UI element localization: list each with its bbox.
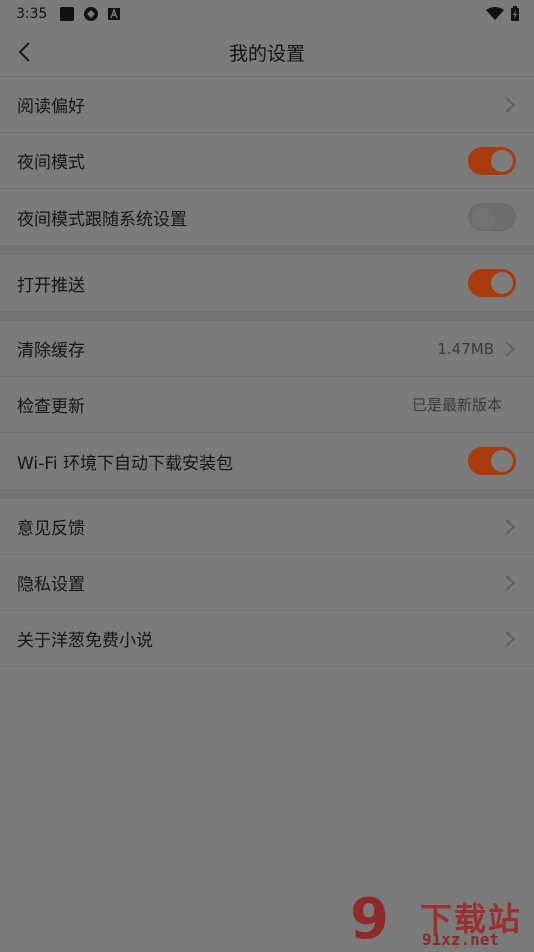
toggle-switch[interactable] bbox=[468, 447, 516, 475]
settings-group: 清除缓存 1.47MB 检查更新 已是最新版本 Wi-Fi 环境下自动下载安装包 bbox=[0, 321, 534, 489]
settings-row[interactable]: 阅读偏好 bbox=[0, 77, 534, 133]
settings-row[interactable]: 意见反馈 bbox=[0, 499, 534, 555]
page-title: 我的设置 bbox=[228, 42, 305, 65]
settings-row-value: 1.47MB bbox=[437, 339, 494, 358]
toggle-knob bbox=[472, 207, 494, 229]
back-arrow-icon[interactable] bbox=[14, 40, 38, 64]
status-bar: 3:35 bbox=[0, 0, 534, 28]
settings-row-label: Wi-Fi 环境下自动下载安装包 bbox=[17, 453, 233, 474]
app-notification-icon bbox=[84, 7, 99, 21]
watermark-logo: 9 bbox=[350, 887, 389, 952]
settings-row[interactable]: 打开推送 bbox=[0, 255, 534, 311]
settings-group: 打开推送 bbox=[0, 255, 534, 311]
toggle-switch[interactable] bbox=[468, 269, 516, 297]
settings-row-label: 打开推送 bbox=[17, 275, 85, 296]
chevron-right-icon bbox=[505, 574, 516, 591]
settings-row[interactable]: 清除缓存 1.47MB bbox=[0, 321, 534, 377]
group-divider bbox=[0, 489, 534, 499]
settings-row-label: 夜间模式跟随系统设置 bbox=[17, 209, 187, 230]
group-divider bbox=[0, 245, 534, 255]
settings-list: 阅读偏好夜间模式夜间模式跟随系统设置 打开推送清除缓存 1.47MB 检查更新 已是最新… bbox=[0, 77, 534, 667]
settings-row-label: 阅读偏好 bbox=[17, 97, 85, 117]
wifi-icon bbox=[486, 7, 504, 20]
settings-group: 阅读偏好夜间模式夜间模式跟随系统设置 bbox=[0, 77, 534, 245]
watermark-url: 91xz.net bbox=[422, 930, 500, 949]
header: 我的设置 bbox=[0, 28, 534, 77]
toggle-knob bbox=[491, 272, 513, 294]
settings-row-label: 检查更新 bbox=[17, 397, 85, 417]
settings-row-label: 关于洋葱免费小说 bbox=[17, 631, 153, 651]
chevron-right-icon bbox=[505, 518, 516, 535]
settings-row[interactable]: 隐私设置 bbox=[0, 555, 534, 611]
battery-icon bbox=[511, 6, 519, 21]
toggle-switch[interactable] bbox=[468, 203, 516, 231]
settings-row[interactable]: 检查更新 已是最新版本 bbox=[0, 377, 534, 433]
chevron-right-icon bbox=[505, 340, 516, 357]
settings-row[interactable]: 关于洋葱免费小说 bbox=[0, 611, 534, 667]
toggle-knob bbox=[491, 450, 513, 472]
settings-row-label: 隐私设置 bbox=[17, 575, 85, 595]
settings-row-value: 已是最新版本 bbox=[411, 396, 502, 414]
toggle-switch[interactable] bbox=[468, 146, 516, 175]
settings-row[interactable]: Wi-Fi 环境下自动下载安装包 bbox=[0, 433, 534, 489]
settings-group: 意见反馈隐私设置关于洋葱免费小说 bbox=[0, 499, 534, 667]
status-time: 3:35 bbox=[16, 6, 48, 22]
watermark: 9 下载站 91xz.net bbox=[350, 890, 530, 950]
settings-row-label: 夜间模式 bbox=[17, 153, 85, 173]
settings-row-label: 清除缓存 bbox=[17, 341, 85, 361]
chevron-right-icon bbox=[505, 630, 516, 647]
settings-row[interactable]: 夜间模式跟随系统设置 bbox=[0, 189, 534, 245]
group-divider bbox=[0, 311, 534, 321]
notification-square-icon bbox=[60, 7, 75, 21]
toggle-knob bbox=[491, 149, 513, 172]
android-a-icon bbox=[108, 8, 121, 20]
chevron-right-icon bbox=[505, 96, 516, 113]
settings-row-label: 意见反馈 bbox=[17, 519, 85, 539]
settings-row[interactable]: 夜间模式 bbox=[0, 133, 534, 189]
